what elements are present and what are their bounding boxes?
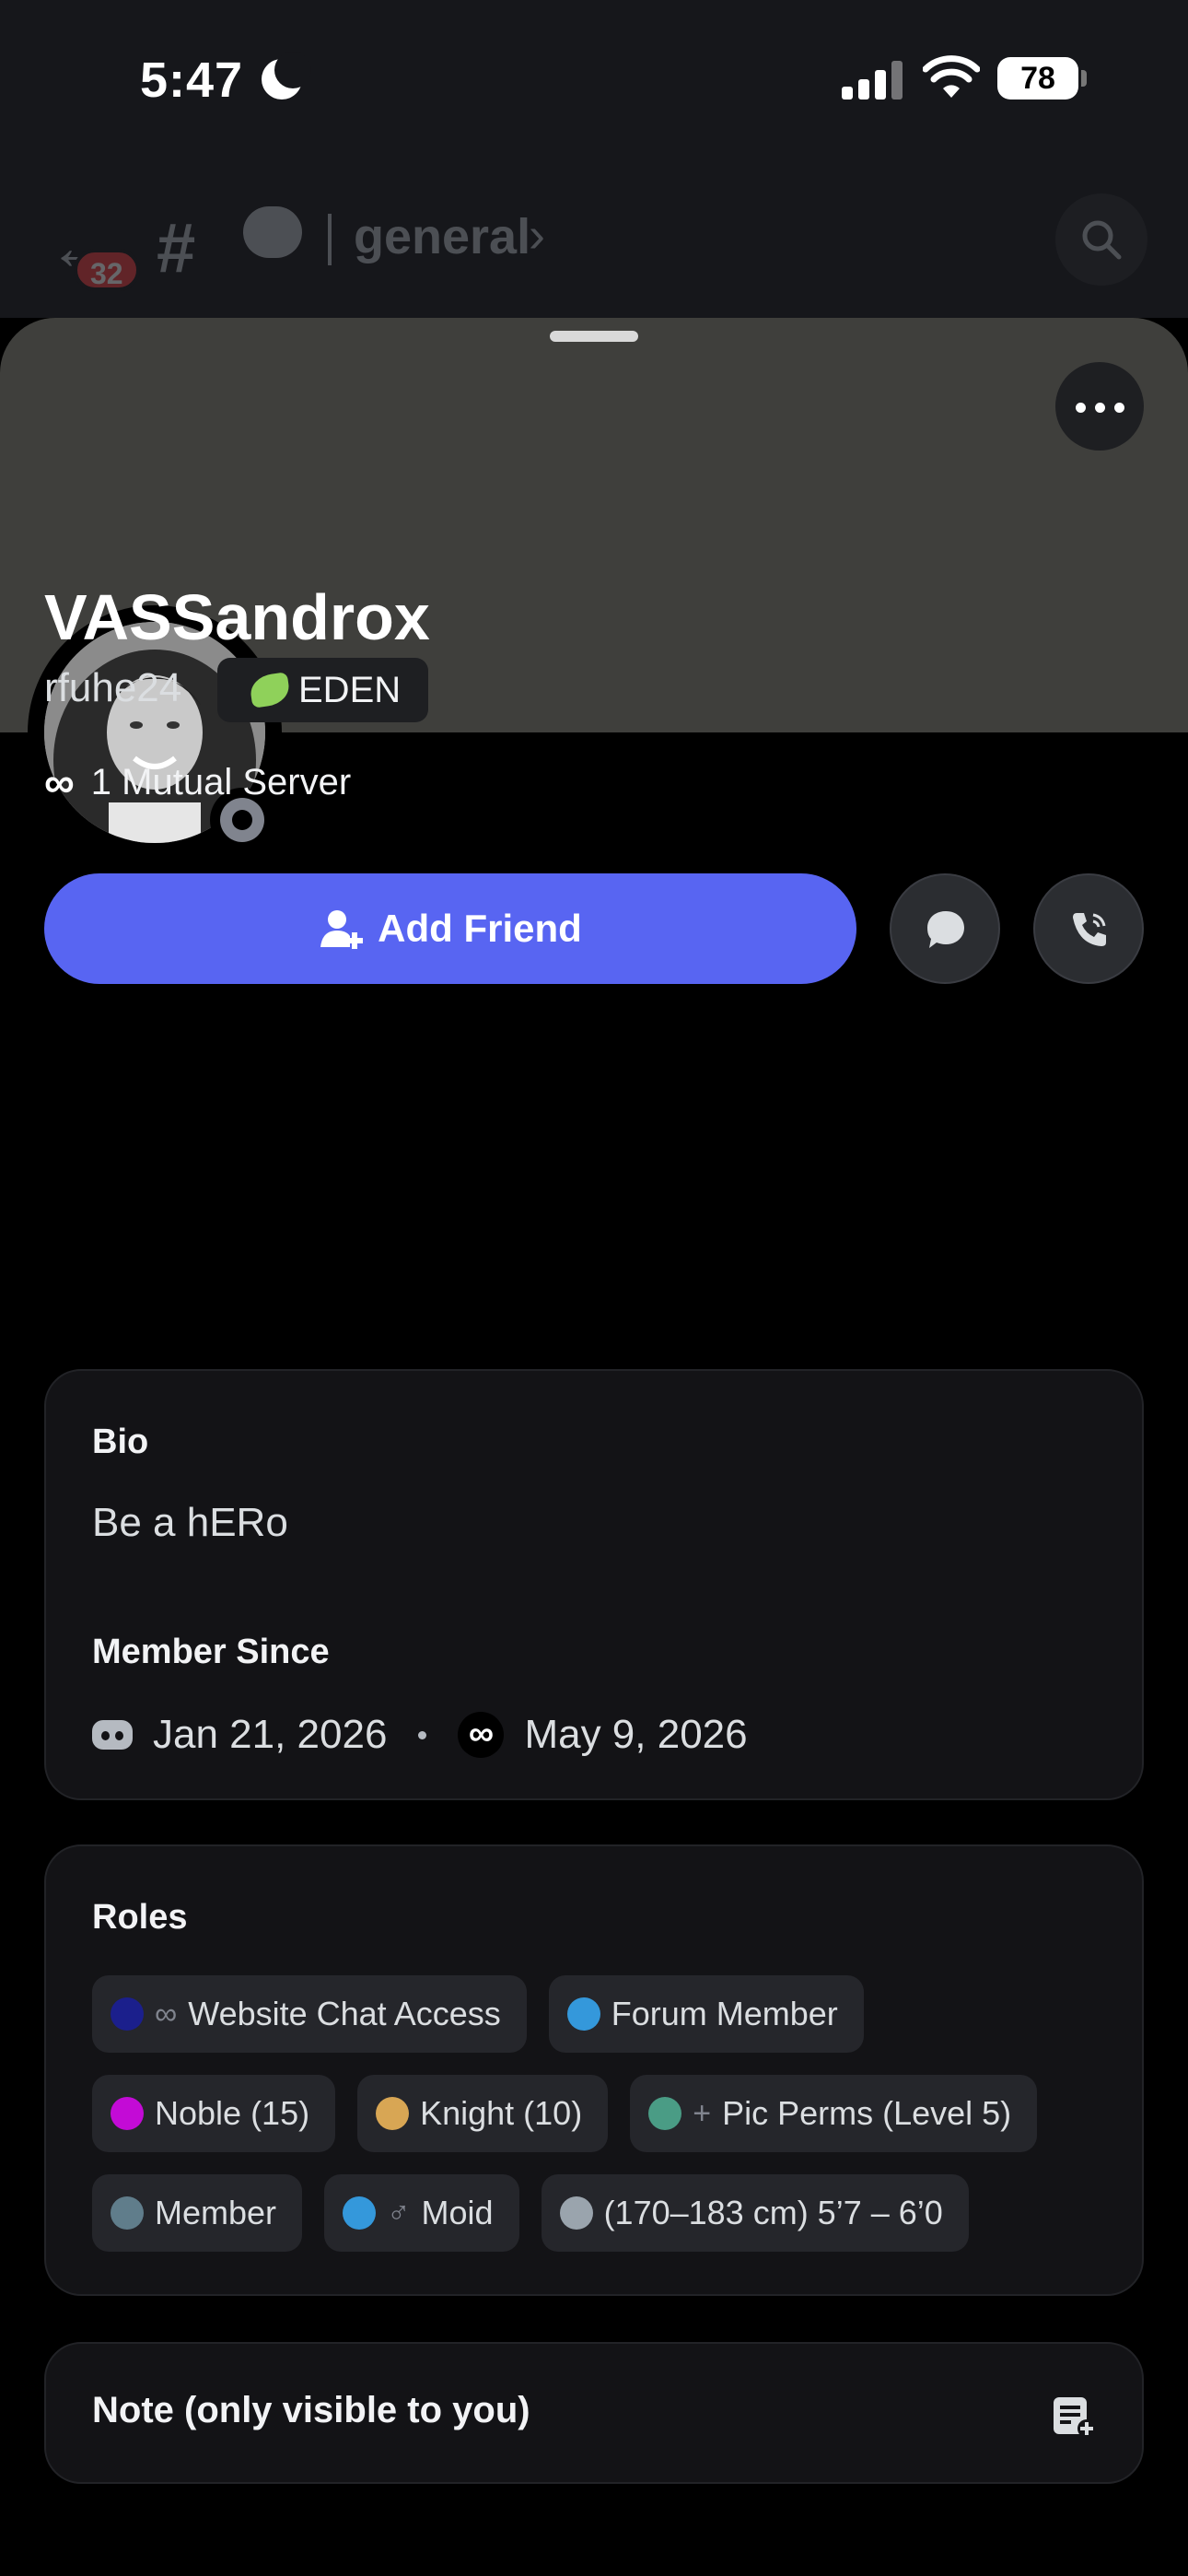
search-icon bbox=[1082, 220, 1122, 260]
role-color-dot bbox=[343, 2196, 377, 2230]
role-label: Noble (15) bbox=[155, 2094, 310, 2132]
channel-hash-icon: # bbox=[157, 209, 196, 287]
member-since-title: Member Since bbox=[92, 1633, 330, 1671]
role-label: Website Chat Access bbox=[188, 1995, 501, 2032]
member-since-row: Jan 21, 2026 ∞ May 9, 2026 bbox=[92, 1712, 748, 1758]
channel-name[interactable]: general bbox=[354, 208, 530, 265]
focus-moon-icon bbox=[262, 52, 311, 100]
role-color-dot bbox=[648, 2097, 682, 2130]
add-friend-button[interactable]: Add Friend bbox=[44, 873, 856, 984]
role-label: Pic Perms (Level 5) bbox=[722, 2094, 1012, 2132]
role-chip[interactable]: Noble (15) bbox=[92, 2075, 336, 2152]
mutual-servers-row[interactable]: ∞ 1 Mutual Server bbox=[44, 757, 351, 807]
add-friend-icon bbox=[320, 910, 364, 949]
server-tag-chip[interactable]: EDEN bbox=[217, 658, 429, 722]
role-label: Knight (10) bbox=[420, 2094, 583, 2132]
role-chip[interactable]: Knight (10) bbox=[357, 2075, 609, 2152]
bio-text: Be a hERo bbox=[92, 1500, 288, 1545]
role-color-dot bbox=[111, 2097, 144, 2130]
discord-join-date: Jan 21, 2026 bbox=[153, 1712, 388, 1757]
role-label: Moid bbox=[421, 2194, 494, 2231]
role-chip[interactable]: ∞ Website Chat Access bbox=[92, 1975, 527, 2053]
battery-tip bbox=[1081, 70, 1087, 87]
role-chip[interactable]: (170–183 cm) 5’7 – 6’0 bbox=[541, 2174, 969, 2252]
server-tag-label: EDEN bbox=[298, 669, 402, 710]
mutual-servers-label: 1 Mutual Server bbox=[90, 761, 352, 802]
role-label: Forum Member bbox=[611, 1995, 838, 2032]
roles-list: ∞ Website Chat Access Forum Member Noble… bbox=[92, 1975, 1105, 2252]
top-area: 5:47 78 ← 32 # general › bbox=[0, 0, 1188, 318]
chat-bubble-icon bbox=[243, 206, 302, 258]
sheet-grabber[interactable] bbox=[550, 331, 638, 342]
infinity-icon: ∞ bbox=[44, 758, 75, 806]
leaf-icon bbox=[248, 672, 292, 708]
unread-badge: 32 bbox=[74, 249, 140, 291]
bio-title: Bio bbox=[92, 1423, 149, 1461]
message-bubble-icon bbox=[927, 911, 964, 948]
role-color-dot bbox=[111, 2196, 144, 2230]
add-note-icon[interactable] bbox=[1052, 2395, 1096, 2438]
channel-header: ← 32 # general › bbox=[0, 184, 1188, 313]
username: rfuhe24 bbox=[44, 665, 182, 710]
roles-title: Roles bbox=[92, 1898, 188, 1937]
chevron-right-icon: › bbox=[529, 207, 545, 263]
header-divider bbox=[328, 214, 332, 265]
note-label: Note (only visible to you) bbox=[92, 2390, 530, 2430]
battery-indicator: 78 bbox=[997, 57, 1078, 100]
message-button[interactable] bbox=[890, 873, 1000, 984]
role-color-dot bbox=[111, 1997, 144, 2031]
role-chip[interactable]: Member bbox=[92, 2174, 303, 2252]
plus-icon: + bbox=[693, 2095, 712, 2131]
role-chip[interactable]: ♂ Moid bbox=[324, 2174, 519, 2252]
bio-card: Bio Be a hERo Member Since Jan 21, 2026 … bbox=[44, 1369, 1144, 1800]
search-button[interactable] bbox=[1055, 193, 1147, 286]
note-card[interactable]: Note (only visible to you) bbox=[44, 2342, 1144, 2484]
role-label: (170–183 cm) 5’7 – 6’0 bbox=[603, 2194, 943, 2231]
role-color-dot bbox=[559, 2196, 593, 2230]
wifi-icon bbox=[923, 55, 980, 98]
voice-call-button[interactable] bbox=[1033, 873, 1144, 984]
role-chip[interactable]: + Pic Perms (Level 5) bbox=[630, 2075, 1038, 2152]
server-icon: ∞ bbox=[458, 1712, 505, 1758]
male-symbol-icon: ♂ bbox=[387, 2195, 411, 2231]
discord-logo-icon bbox=[92, 1720, 133, 1750]
infinity-icon: ∞ bbox=[155, 1996, 178, 2032]
role-chip[interactable]: Forum Member bbox=[548, 1975, 864, 2053]
role-color-dot bbox=[566, 1997, 600, 2031]
more-options-button[interactable] bbox=[1055, 362, 1144, 451]
role-color-dot bbox=[376, 2097, 410, 2130]
roles-card: Roles ∞ Website Chat Access Forum Member… bbox=[44, 1844, 1144, 2296]
add-friend-label: Add Friend bbox=[378, 907, 582, 950]
cellular-signal-icon bbox=[842, 61, 903, 100]
display-name: VASSandrox bbox=[44, 581, 430, 653]
role-label: Member bbox=[155, 2194, 277, 2231]
status-time: 5:47 bbox=[140, 53, 244, 108]
separator-dot bbox=[418, 1730, 427, 1739]
phone-icon bbox=[1073, 913, 1106, 946]
server-join-date: May 9, 2026 bbox=[524, 1712, 748, 1757]
